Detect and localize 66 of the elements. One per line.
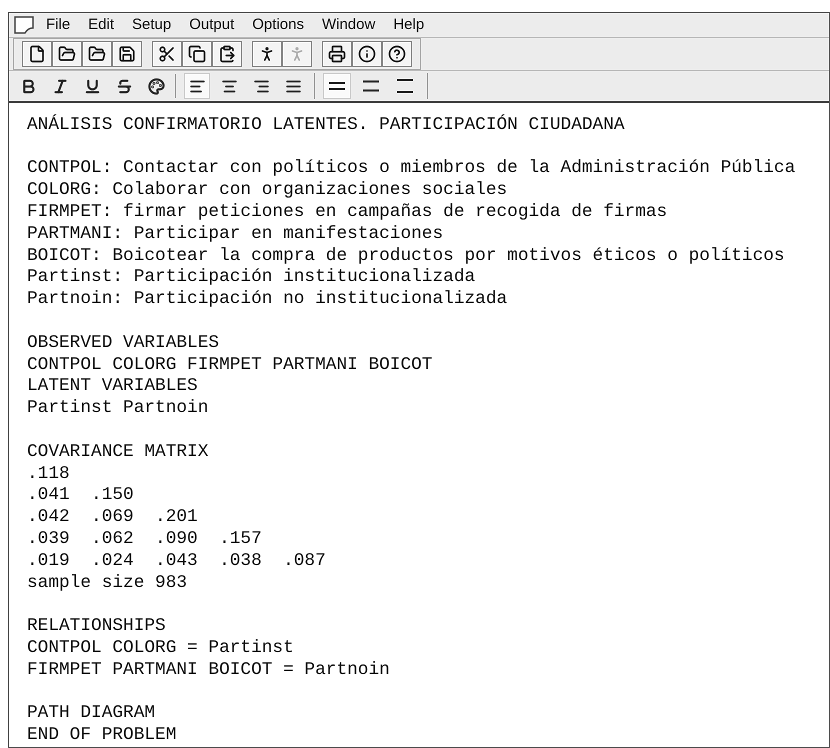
save-icon xyxy=(118,45,136,64)
editor-line: FIRMPET: firmar peticiones en campañas de recogida de firmas xyxy=(27,202,668,224)
editor-line: OBSERVED VARIABLES xyxy=(27,332,220,355)
editor-line: COVARIANCE MATRIX xyxy=(27,442,208,464)
info-icon xyxy=(358,45,376,64)
strikethrough-icon xyxy=(116,78,132,95)
italic-icon xyxy=(52,78,68,95)
new-file-icon xyxy=(28,45,46,64)
menu-item[interactable]: File xyxy=(39,14,78,36)
menu-item[interactable]: Help xyxy=(386,14,432,36)
align-right-icon xyxy=(252,78,270,95)
editor-line: COLORG: Colaborar con organizaciones sociales xyxy=(27,180,508,202)
menu-item[interactable]: Window xyxy=(314,14,382,36)
editor-line: .039 .062 .090 .157 xyxy=(27,529,262,551)
toolbar-button[interactable] xyxy=(82,41,112,68)
cut-icon xyxy=(158,45,176,64)
editor-line: .118 xyxy=(27,464,70,486)
editor-line: CONTPOL: Contactar con políticos o miembros de la Administración Pública xyxy=(27,158,796,180)
folder-icon xyxy=(88,45,106,64)
editor-line: END OF PROBLEM xyxy=(27,725,176,747)
palette-icon xyxy=(148,78,164,95)
editor-line: LATENT VARIABLES xyxy=(27,376,198,398)
print-icon xyxy=(328,45,346,64)
text-editor[interactable] xyxy=(9,100,829,747)
toolbar-button[interactable] xyxy=(212,41,242,68)
help-icon xyxy=(388,45,406,64)
toolbar-button[interactable] xyxy=(382,41,412,68)
editor-line: .042 .069 .201 xyxy=(27,507,198,530)
menu-item[interactable]: Options xyxy=(245,14,311,36)
editor-line: Partinst: Participación institucionalizada xyxy=(27,267,476,290)
document-icon xyxy=(13,15,35,36)
editor-line: FIRMPET PARTMANI BOICOT = Partnoin xyxy=(27,660,390,682)
editor-line: PARTMANI: Participar en manifestaciones xyxy=(27,224,444,246)
toolbar-button[interactable] xyxy=(152,41,182,68)
editor-line: ANÁLISIS CONFIRMATORIO LATENTES. PARTICIPACIÓN CIUDADANA xyxy=(27,114,625,137)
line-spacing-icon xyxy=(362,78,380,94)
align-button[interactable] xyxy=(184,73,210,100)
editor-line: .019 .024 .043 .038 .087 xyxy=(27,550,326,573)
align-left-icon xyxy=(188,78,206,95)
toolbar-button[interactable] xyxy=(52,41,82,68)
menu-item[interactable]: Edit xyxy=(81,14,122,36)
spacing-button[interactable] xyxy=(323,73,351,100)
editor-line: PATH DIAGRAM xyxy=(27,703,156,726)
menu-item[interactable]: Setup xyxy=(125,14,178,36)
editor-line: .041 .150 xyxy=(27,485,134,508)
toolbar-button[interactable] xyxy=(352,41,382,68)
align-justify-icon xyxy=(284,78,302,95)
open-folder-icon xyxy=(58,45,76,64)
editor-line: sample size 983 xyxy=(27,572,188,594)
line-spacing-icon xyxy=(396,78,414,94)
align-center-icon xyxy=(220,78,238,95)
editor-line: CONTPOL COLORG = Partinst xyxy=(27,638,294,660)
copy-icon xyxy=(188,45,206,64)
editor-line: RELATIONSHIPS xyxy=(27,616,166,638)
underline-icon xyxy=(84,78,100,95)
editor-line: BOICOT: Boicotear la compra de productos por motivos éticos o políticos xyxy=(27,246,785,268)
toolbar-button[interactable] xyxy=(22,41,52,68)
editor-line: CONTPOL COLORG FIRMPET PARTMANI BOICOT xyxy=(27,354,432,376)
toolbar-button[interactable] xyxy=(252,41,282,68)
toolbar-button[interactable] xyxy=(182,41,212,68)
menu-item[interactable]: Output xyxy=(182,14,242,36)
toolbar-button[interactable] xyxy=(322,41,352,68)
editor-line: Partinst Partnoin xyxy=(27,398,208,420)
editor-line: Partnoin: Participación no institucionalizada xyxy=(27,289,508,312)
toolbar-button[interactable] xyxy=(112,41,142,68)
paste-icon xyxy=(218,45,236,64)
